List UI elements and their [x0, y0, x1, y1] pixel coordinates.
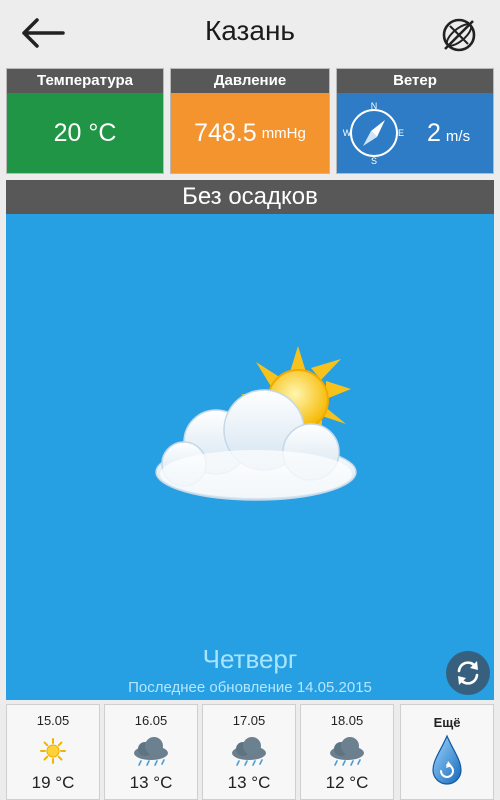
- wind-body: N E S W 2 m/s: [337, 93, 493, 173]
- forecast-date: 15.05: [36, 713, 70, 728]
- compass-w: W: [343, 128, 352, 138]
- pressure-body: 748.5 mmHg: [171, 93, 329, 173]
- compass-icon: N E S W: [343, 101, 404, 166]
- forecast-temp: 19 °C: [31, 773, 75, 792]
- forecast-temp: 13 °C: [227, 773, 271, 792]
- forecast-icon-wrap: [105, 733, 197, 769]
- forecast-temp: 13 °C: [129, 773, 173, 792]
- compass-s: S: [371, 156, 377, 166]
- compass-e: E: [398, 128, 404, 138]
- forecast-temp: 12 °C: [325, 773, 369, 792]
- forecast-strip: 15.05 19 °C 16.05 13 °C 17.05 13 °C 18.0…: [0, 704, 500, 800]
- refresh-button[interactable]: [446, 651, 490, 695]
- pressure-label: Давление: [171, 69, 329, 93]
- water-drop-icon: [432, 734, 462, 785]
- more-icon-wrap: [401, 731, 493, 791]
- forecast-icon-wrap: [301, 733, 393, 769]
- temperature-tile[interactable]: Температура 20 °C: [6, 68, 164, 174]
- forecast-day-1[interactable]: 15.05 19 °C: [6, 704, 100, 800]
- refresh-icon: [457, 661, 479, 685]
- condition-bar: Без осадков: [6, 180, 494, 214]
- pressure-value: 748.5: [194, 118, 257, 147]
- forecast-icon-wrap: [203, 733, 295, 769]
- temperature-label: Температура: [7, 69, 163, 93]
- map-globe-icon: [442, 18, 476, 52]
- forecast-icon-wrap: [7, 733, 99, 769]
- rain-cloud-icon: [134, 737, 168, 766]
- more-label: Ещё: [433, 715, 461, 730]
- rain-cloud-icon: [232, 737, 266, 766]
- forecast-day-4[interactable]: 18.05 12 °C: [300, 704, 394, 800]
- more-forecast-button[interactable]: Ещё: [400, 704, 494, 800]
- forecast-date: 18.05: [330, 713, 364, 728]
- forecast-date: 16.05: [134, 713, 168, 728]
- forecast-day-3[interactable]: 17.05 13 °C: [202, 704, 296, 800]
- map-button[interactable]: [436, 14, 482, 56]
- compass-n: N: [371, 101, 378, 111]
- wind-label: Ветер: [337, 69, 493, 93]
- partly-cloudy-icon: [155, 346, 357, 501]
- sun-icon: [40, 738, 66, 764]
- rain-cloud-icon: [330, 737, 364, 766]
- last-updated: Последнее обновление 14.05.2015: [128, 679, 372, 696]
- pressure-tile[interactable]: Давление 748.5 mmHg: [170, 68, 330, 174]
- temperature-body: 20 °C: [7, 93, 163, 173]
- wind-tile[interactable]: Ветер N E S W 2 m/s: [336, 68, 494, 174]
- temperature-value: 20 °C: [53, 118, 117, 147]
- city-title: Казань: [204, 15, 296, 46]
- back-button[interactable]: [14, 12, 70, 54]
- pressure-unit: mmHg: [261, 124, 306, 142]
- app-header: Казань: [0, 0, 500, 66]
- arrow-left-icon: [22, 18, 65, 48]
- main-weather-panel: Четверг Последнее обновление 14.05.2015: [6, 214, 494, 700]
- wind-reading: 2 m/s: [427, 119, 470, 148]
- forecast-date: 17.05: [232, 713, 266, 728]
- day-name: Четверг: [202, 644, 298, 674]
- wind-unit: m/s: [445, 127, 471, 145]
- forecast-day-2[interactable]: 16.05 13 °C: [104, 704, 198, 800]
- wind-value: 2: [427, 118, 441, 147]
